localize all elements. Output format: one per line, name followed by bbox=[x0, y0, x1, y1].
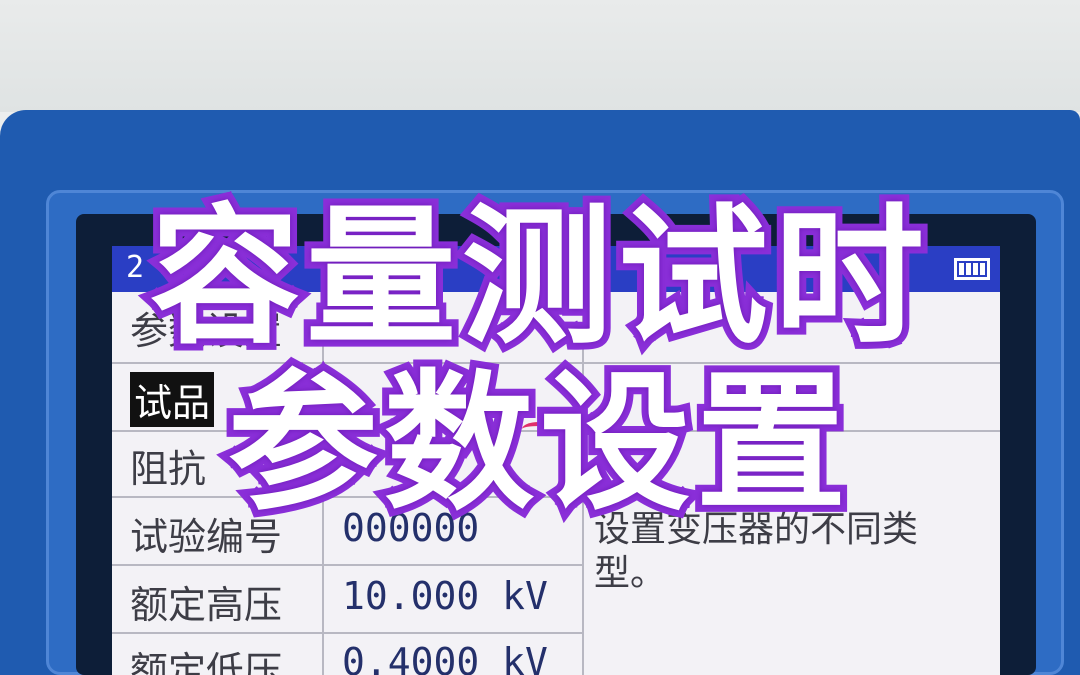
overlay-title-line-2: 参数设置 bbox=[221, 350, 853, 538]
device-top-surface bbox=[0, 0, 1080, 112]
row-value-rated-high-voltage[interactable]: 10.000 kV bbox=[342, 574, 548, 618]
row-value-rated-low-voltage[interactable]: 0.4000 kV bbox=[342, 640, 548, 675]
grid-line bbox=[112, 632, 582, 634]
row-label-rated-low-voltage[interactable]: 额定低压 bbox=[130, 640, 282, 675]
row-label-rated-high-voltage[interactable]: 额定高压 bbox=[130, 574, 282, 629]
grid-line bbox=[112, 564, 582, 566]
